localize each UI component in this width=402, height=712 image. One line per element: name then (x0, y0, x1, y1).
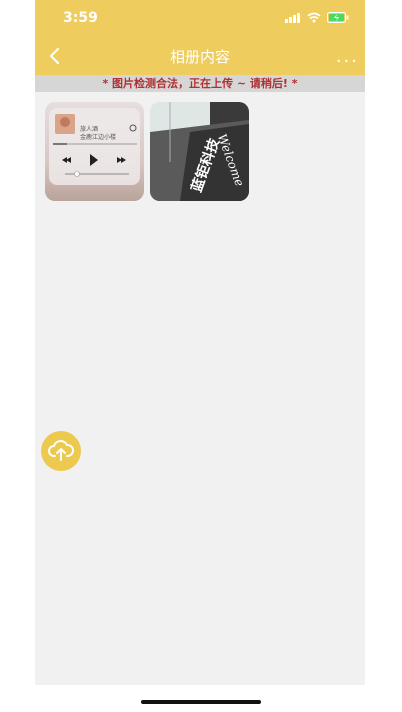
upload-notice: * 图片检测合法，正在上传 ~ 请稍后! * (35, 75, 365, 92)
more-button[interactable]: ... (336, 48, 359, 66)
cloud-upload-icon (48, 440, 74, 461)
wifi-icon (307, 12, 321, 23)
top-bar: 3:59 相册内容 ... (35, 0, 365, 75)
upload-button[interactable] (41, 431, 81, 471)
photo-thumbnail[interactable]: 蓝钜科技 Welcome (150, 102, 249, 201)
page-title: 相册内容 (169, 48, 230, 66)
artist-name: 金鹿江边小楼 (80, 134, 117, 141)
music-player-image (49, 108, 140, 185)
app-screen: 3:59 相册内容 ... * 图片检测合法，正在上传 ~ 请稍后! * 旅人酒… (35, 0, 365, 685)
status-time: 3:59 (63, 10, 98, 26)
home-indicator[interactable] (141, 700, 261, 704)
status-icons (285, 12, 349, 23)
photo-grid: 旅人酒 金鹿江边小楼 蓝钜科技 Welcome (45, 102, 249, 201)
signal-icon (285, 12, 300, 23)
photo-thumbnail[interactable]: 旅人酒 金鹿江边小楼 (45, 102, 144, 201)
battery-charging-icon (327, 12, 349, 23)
